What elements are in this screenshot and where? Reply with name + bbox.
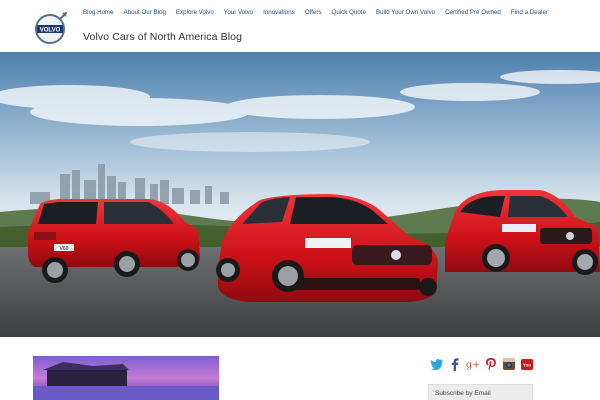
site-title[interactable]: Volvo Cars of North America Blog <box>83 31 242 43</box>
subscribe-by-email-widget[interactable]: Subscribe by Email <box>428 384 533 400</box>
nav-certified-pre-owned[interactable]: Certified Pre Owned <box>445 9 501 16</box>
nav-quick-quote[interactable]: Quick Quote <box>332 9 366 16</box>
nav-your-volvo[interactable]: Your Volvo <box>224 9 253 16</box>
subscribe-label: Subscribe by Email <box>435 390 491 397</box>
license-plate: V60 <box>60 246 69 252</box>
nav-explore-volvo[interactable]: Explore Volvo <box>176 9 214 16</box>
volvo-logo[interactable]: VOLVO <box>33 10 69 46</box>
nav-innovations[interactable]: Innovations <box>263 9 295 16</box>
facebook-icon[interactable] <box>448 357 462 371</box>
twitter-icon[interactable] <box>430 357 444 371</box>
nav-offers[interactable]: Offers <box>305 9 322 16</box>
instagram-icon[interactable] <box>502 357 516 371</box>
logo-text: VOLVO <box>40 28 61 34</box>
social-icons: g+ You <box>430 357 534 371</box>
nav-blog-home[interactable]: Blog Home <box>83 9 114 16</box>
post-thumbnail[interactable] <box>33 356 219 400</box>
main-nav: Blog Home About Our Blog Explore Volvo Y… <box>83 9 558 16</box>
hero-image[interactable]: V60 <box>0 52 600 337</box>
pinterest-icon[interactable] <box>484 357 498 371</box>
youtube-icon[interactable]: You <box>520 357 534 371</box>
svg-text:g+: g+ <box>466 360 480 371</box>
google-plus-icon[interactable]: g+ <box>466 357 480 371</box>
svg-text:You: You <box>523 363 531 368</box>
nav-find-a-dealer[interactable]: Find a Dealer <box>511 9 548 16</box>
site-header: VOLVO Blog Home About Our Blog Explore V… <box>0 0 600 52</box>
nav-build-your-own[interactable]: Build Your Own Volvo <box>376 9 435 16</box>
nav-about-our-blog[interactable]: About Our Blog <box>124 9 166 16</box>
